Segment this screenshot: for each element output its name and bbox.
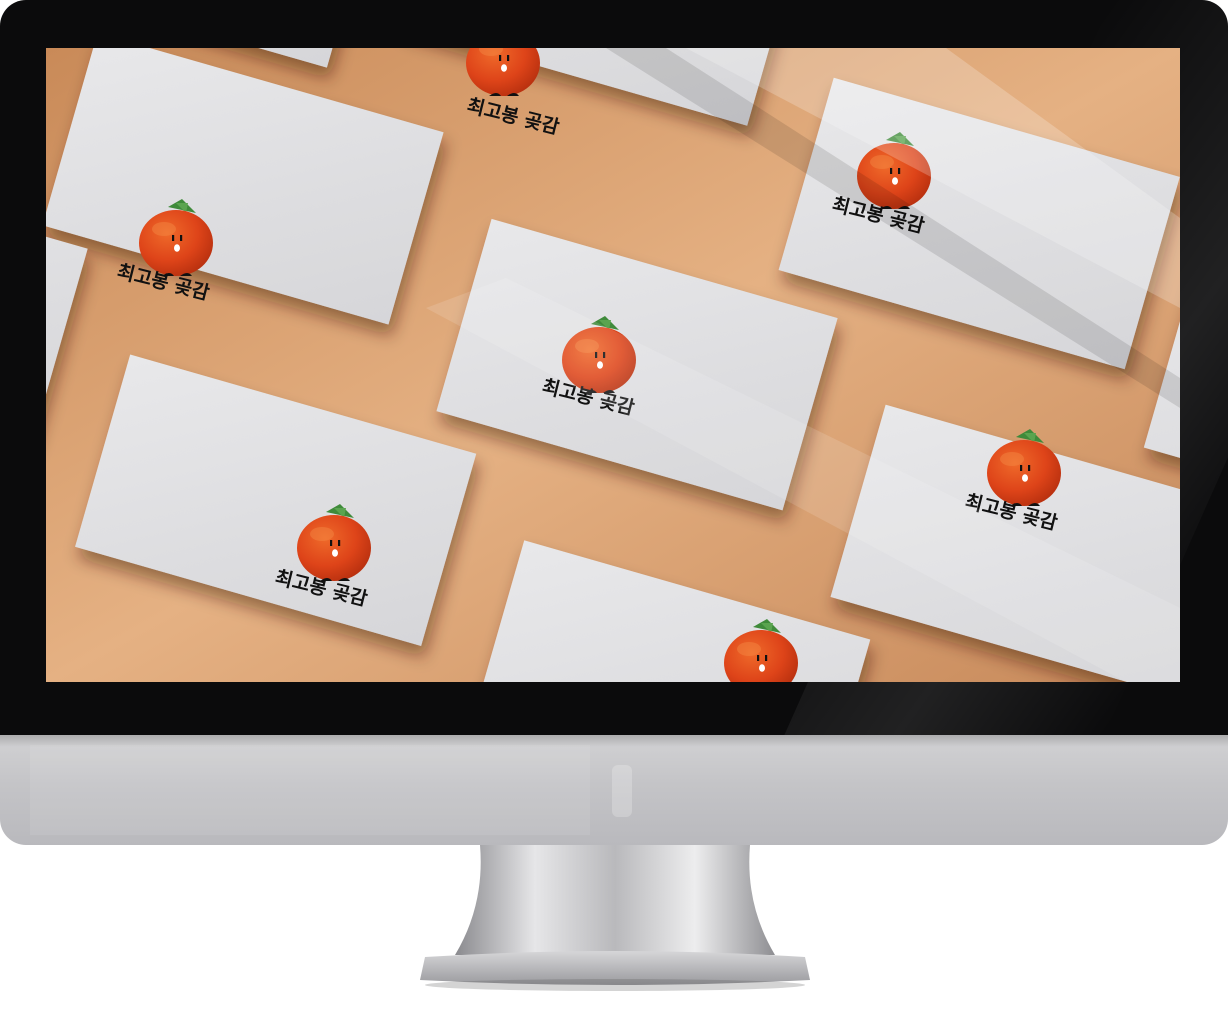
imac-mockup: 최고봉 곶감 최고봉 곶감 최고봉 곶감 최고봉 곶감 최고봉 곶감 [0,0,1228,1010]
monitor-screen: 최고봉 곶감 최고봉 곶감 최고봉 곶감 최고봉 곶감 최고봉 곶감 [46,48,1180,682]
monitor-chin [0,735,1228,845]
apple-logo-icon [612,765,632,817]
monitor-bezel: 최고봉 곶감 최고봉 곶감 최고봉 곶감 최고봉 곶감 최고봉 곶감 [0,0,1228,735]
chin-reflection [30,745,590,835]
business-card-scene: 최고봉 곶감 최고봉 곶감 최고봉 곶감 최고봉 곶감 최고봉 곶감 [46,48,1180,682]
monitor-stand [420,845,810,991]
